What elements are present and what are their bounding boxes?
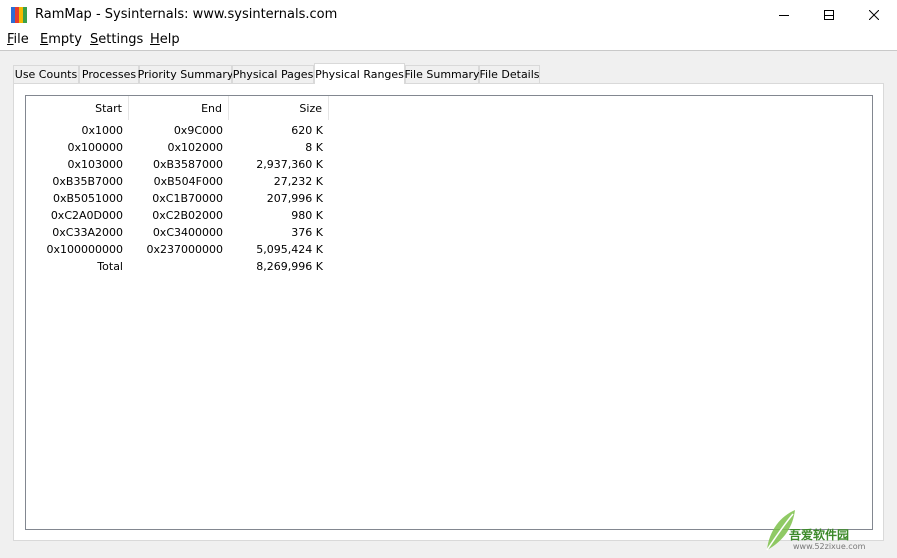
- window-title: RamMap - Sysinternals: www.sysinternals.…: [35, 7, 338, 22]
- menu-settings[interactable]: Settings: [90, 32, 143, 47]
- maximize-icon: [823, 10, 834, 20]
- tab-label: Processes: [81, 68, 137, 81]
- menu-help-accel: H: [150, 32, 160, 47]
- menu-help[interactable]: Help: [150, 32, 180, 47]
- cell-size: 2,937,360 K: [256, 158, 323, 171]
- table-row[interactable]: 0x100000000 0x237000000 5,095,424 K: [26, 241, 356, 258]
- cell-start: 0xB5051000: [52, 192, 123, 205]
- close-button[interactable]: [851, 0, 896, 30]
- cell-start: 0xB35B7000: [52, 175, 123, 188]
- menu-empty-label: mpty: [48, 32, 82, 47]
- table-row[interactable]: 0x1000 0x9C000 620 K: [26, 122, 356, 139]
- table-row[interactable]: 0x100000 0x102000 8 K: [26, 139, 356, 156]
- tab-label: File Summary: [404, 68, 480, 81]
- list-header: Start End Size: [26, 96, 356, 120]
- column-header-size[interactable]: Size: [228, 96, 328, 120]
- cell-size: 980 K: [291, 209, 323, 222]
- close-icon: [868, 10, 879, 20]
- cell-start: 0x100000000: [46, 243, 124, 256]
- cell-end: 0x102000: [167, 141, 224, 154]
- minimize-icon: [778, 15, 789, 16]
- cell-size: 207,996 K: [266, 192, 323, 205]
- cell-size: 620 K: [291, 124, 323, 137]
- rammap-app-icon: [11, 7, 27, 23]
- tab-priority-summary[interactable]: Priority Summary: [137, 65, 234, 83]
- column-header-label: Start: [95, 101, 122, 115]
- menu-bar: File Empty Settings Help: [0, 30, 897, 51]
- tab-physical-pages[interactable]: Physical Pages: [232, 65, 314, 83]
- tab-label: Physical Pages: [232, 68, 314, 81]
- table-row[interactable]: 0xC2A0D000 0xC2B02000 980 K: [26, 207, 356, 224]
- cell-total-label: Total: [97, 260, 123, 273]
- cell-end: 0xB3587000: [152, 158, 223, 171]
- cell-end: 0xC3400000: [152, 226, 223, 239]
- tab-label: Physical Ranges: [315, 67, 404, 81]
- tab-strip: Use Counts Processes Priority Summary Ph…: [13, 63, 883, 84]
- list-rows: 0x1000 0x9C000 620 K 0x100000 0x102000 8…: [26, 122, 356, 275]
- cell-start: 0x1000: [81, 124, 123, 137]
- tab-label: Use Counts: [14, 68, 78, 81]
- table-row[interactable]: 0x103000 0xB3587000 2,937,360 K: [26, 156, 356, 173]
- cell-end: 0xB504F000: [153, 175, 223, 188]
- rammap-window: RamMap - Sysinternals: www.sysinternals.…: [0, 0, 897, 558]
- column-header-label: Size: [299, 101, 322, 115]
- cell-size: 5,095,424 K: [256, 243, 323, 256]
- menu-help-label: elp: [159, 32, 180, 47]
- cell-start: 0x100000: [67, 141, 124, 154]
- cell-end: 0x237000000: [146, 243, 224, 256]
- column-header-label: End: [201, 101, 222, 115]
- menu-settings-label: ettings: [98, 32, 144, 47]
- tab-processes[interactable]: Processes: [79, 65, 139, 83]
- maximize-button[interactable]: [806, 0, 851, 30]
- column-divider[interactable]: [328, 96, 329, 120]
- cell-size: 8 K: [305, 141, 323, 154]
- physical-ranges-list[interactable]: Start End Size 0x1000 0x9C000 620 K 0x10…: [25, 95, 873, 530]
- cell-start: 0x103000: [67, 158, 124, 171]
- column-header-end[interactable]: End: [128, 96, 228, 120]
- cell-end: 0xC1B70000: [152, 192, 223, 205]
- tab-file-summary[interactable]: File Summary: [404, 65, 480, 83]
- tab-label: Priority Summary: [137, 68, 234, 81]
- tab-physical-ranges[interactable]: Physical Ranges: [314, 63, 405, 84]
- cell-start: 0xC2A0D000: [50, 209, 123, 222]
- tab-use-counts[interactable]: Use Counts: [13, 65, 79, 83]
- tab-file-details[interactable]: File Details: [479, 65, 540, 83]
- table-row[interactable]: 0xB35B7000 0xB504F000 27,232 K: [26, 173, 356, 190]
- cell-end: 0xC2B02000: [152, 209, 223, 222]
- column-header-start[interactable]: Start: [26, 96, 128, 120]
- cell-end: [128, 258, 228, 275]
- cell-end: 0x9C000: [173, 124, 223, 137]
- watermark-text: 吾爱软件园: [789, 528, 850, 542]
- menu-file-label: ile: [13, 32, 29, 47]
- watermark: 吾爱软件园 www.52zixue.com: [759, 504, 889, 554]
- menu-empty[interactable]: Empty: [40, 32, 82, 47]
- table-row-total[interactable]: Total 8,269,996 K: [26, 258, 356, 275]
- menu-empty-accel: E: [40, 32, 49, 47]
- tab-label: File Details: [479, 68, 540, 81]
- table-row[interactable]: 0xC33A2000 0xC3400000 376 K: [26, 224, 356, 241]
- table-row[interactable]: 0xB5051000 0xC1B70000 207,996 K: [26, 190, 356, 207]
- cell-total-size: 8,269,996 K: [256, 260, 323, 273]
- watermark-url: www.52zixue.com: [793, 542, 866, 551]
- cell-size: 376 K: [291, 226, 323, 239]
- cell-start: 0xC33A2000: [52, 226, 123, 239]
- minimize-button-area[interactable]: [761, 0, 806, 30]
- cell-size: 27,232 K: [273, 175, 323, 188]
- menu-file[interactable]: File: [7, 32, 29, 47]
